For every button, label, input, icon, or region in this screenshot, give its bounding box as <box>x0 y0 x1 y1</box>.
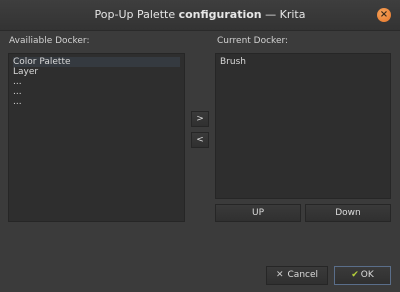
list-item[interactable]: Layer <box>13 67 180 77</box>
available-docker-list[interactable]: Color Palette Layer ... ... ... <box>8 53 185 222</box>
check-icon: ✔ <box>351 270 359 280</box>
available-docker-label: Availiable Docker: <box>9 36 90 46</box>
list-item[interactable]: Color Palette <box>13 57 180 67</box>
cancel-icon: ✕ <box>275 270 284 280</box>
list-item[interactable]: ... <box>13 77 180 87</box>
dialog-window: Pop-Up Palette configuration — Krita × A… <box>0 0 400 292</box>
window-title: Pop-Up Palette configuration — Krita <box>0 0 400 30</box>
remove-docker-button[interactable]: < <box>191 132 209 148</box>
ok-label: OK <box>360 270 374 280</box>
cancel-label: Cancel <box>287 270 319 280</box>
move-down-button[interactable]: Down <box>305 204 391 222</box>
current-docker-label: Current Docker: <box>217 36 289 46</box>
title-bold: configuration <box>178 8 262 21</box>
current-docker-list[interactable]: Brush <box>215 53 391 199</box>
title-bar: Pop-Up Palette configuration — Krita × <box>0 0 400 31</box>
title-prefix: Pop-Up Palette <box>94 8 179 21</box>
list-item[interactable]: ... <box>13 87 180 97</box>
list-item[interactable]: ... <box>13 97 180 107</box>
cancel-button[interactable]: ✕ Cancel <box>266 266 328 285</box>
move-up-button[interactable]: UP <box>215 204 301 222</box>
close-icon[interactable]: × <box>377 8 391 22</box>
add-docker-button[interactable]: > <box>191 111 209 127</box>
title-suffix: — Krita <box>261 8 306 21</box>
ok-button[interactable]: ✔ OK <box>334 266 391 285</box>
list-item[interactable]: Brush <box>220 57 386 67</box>
